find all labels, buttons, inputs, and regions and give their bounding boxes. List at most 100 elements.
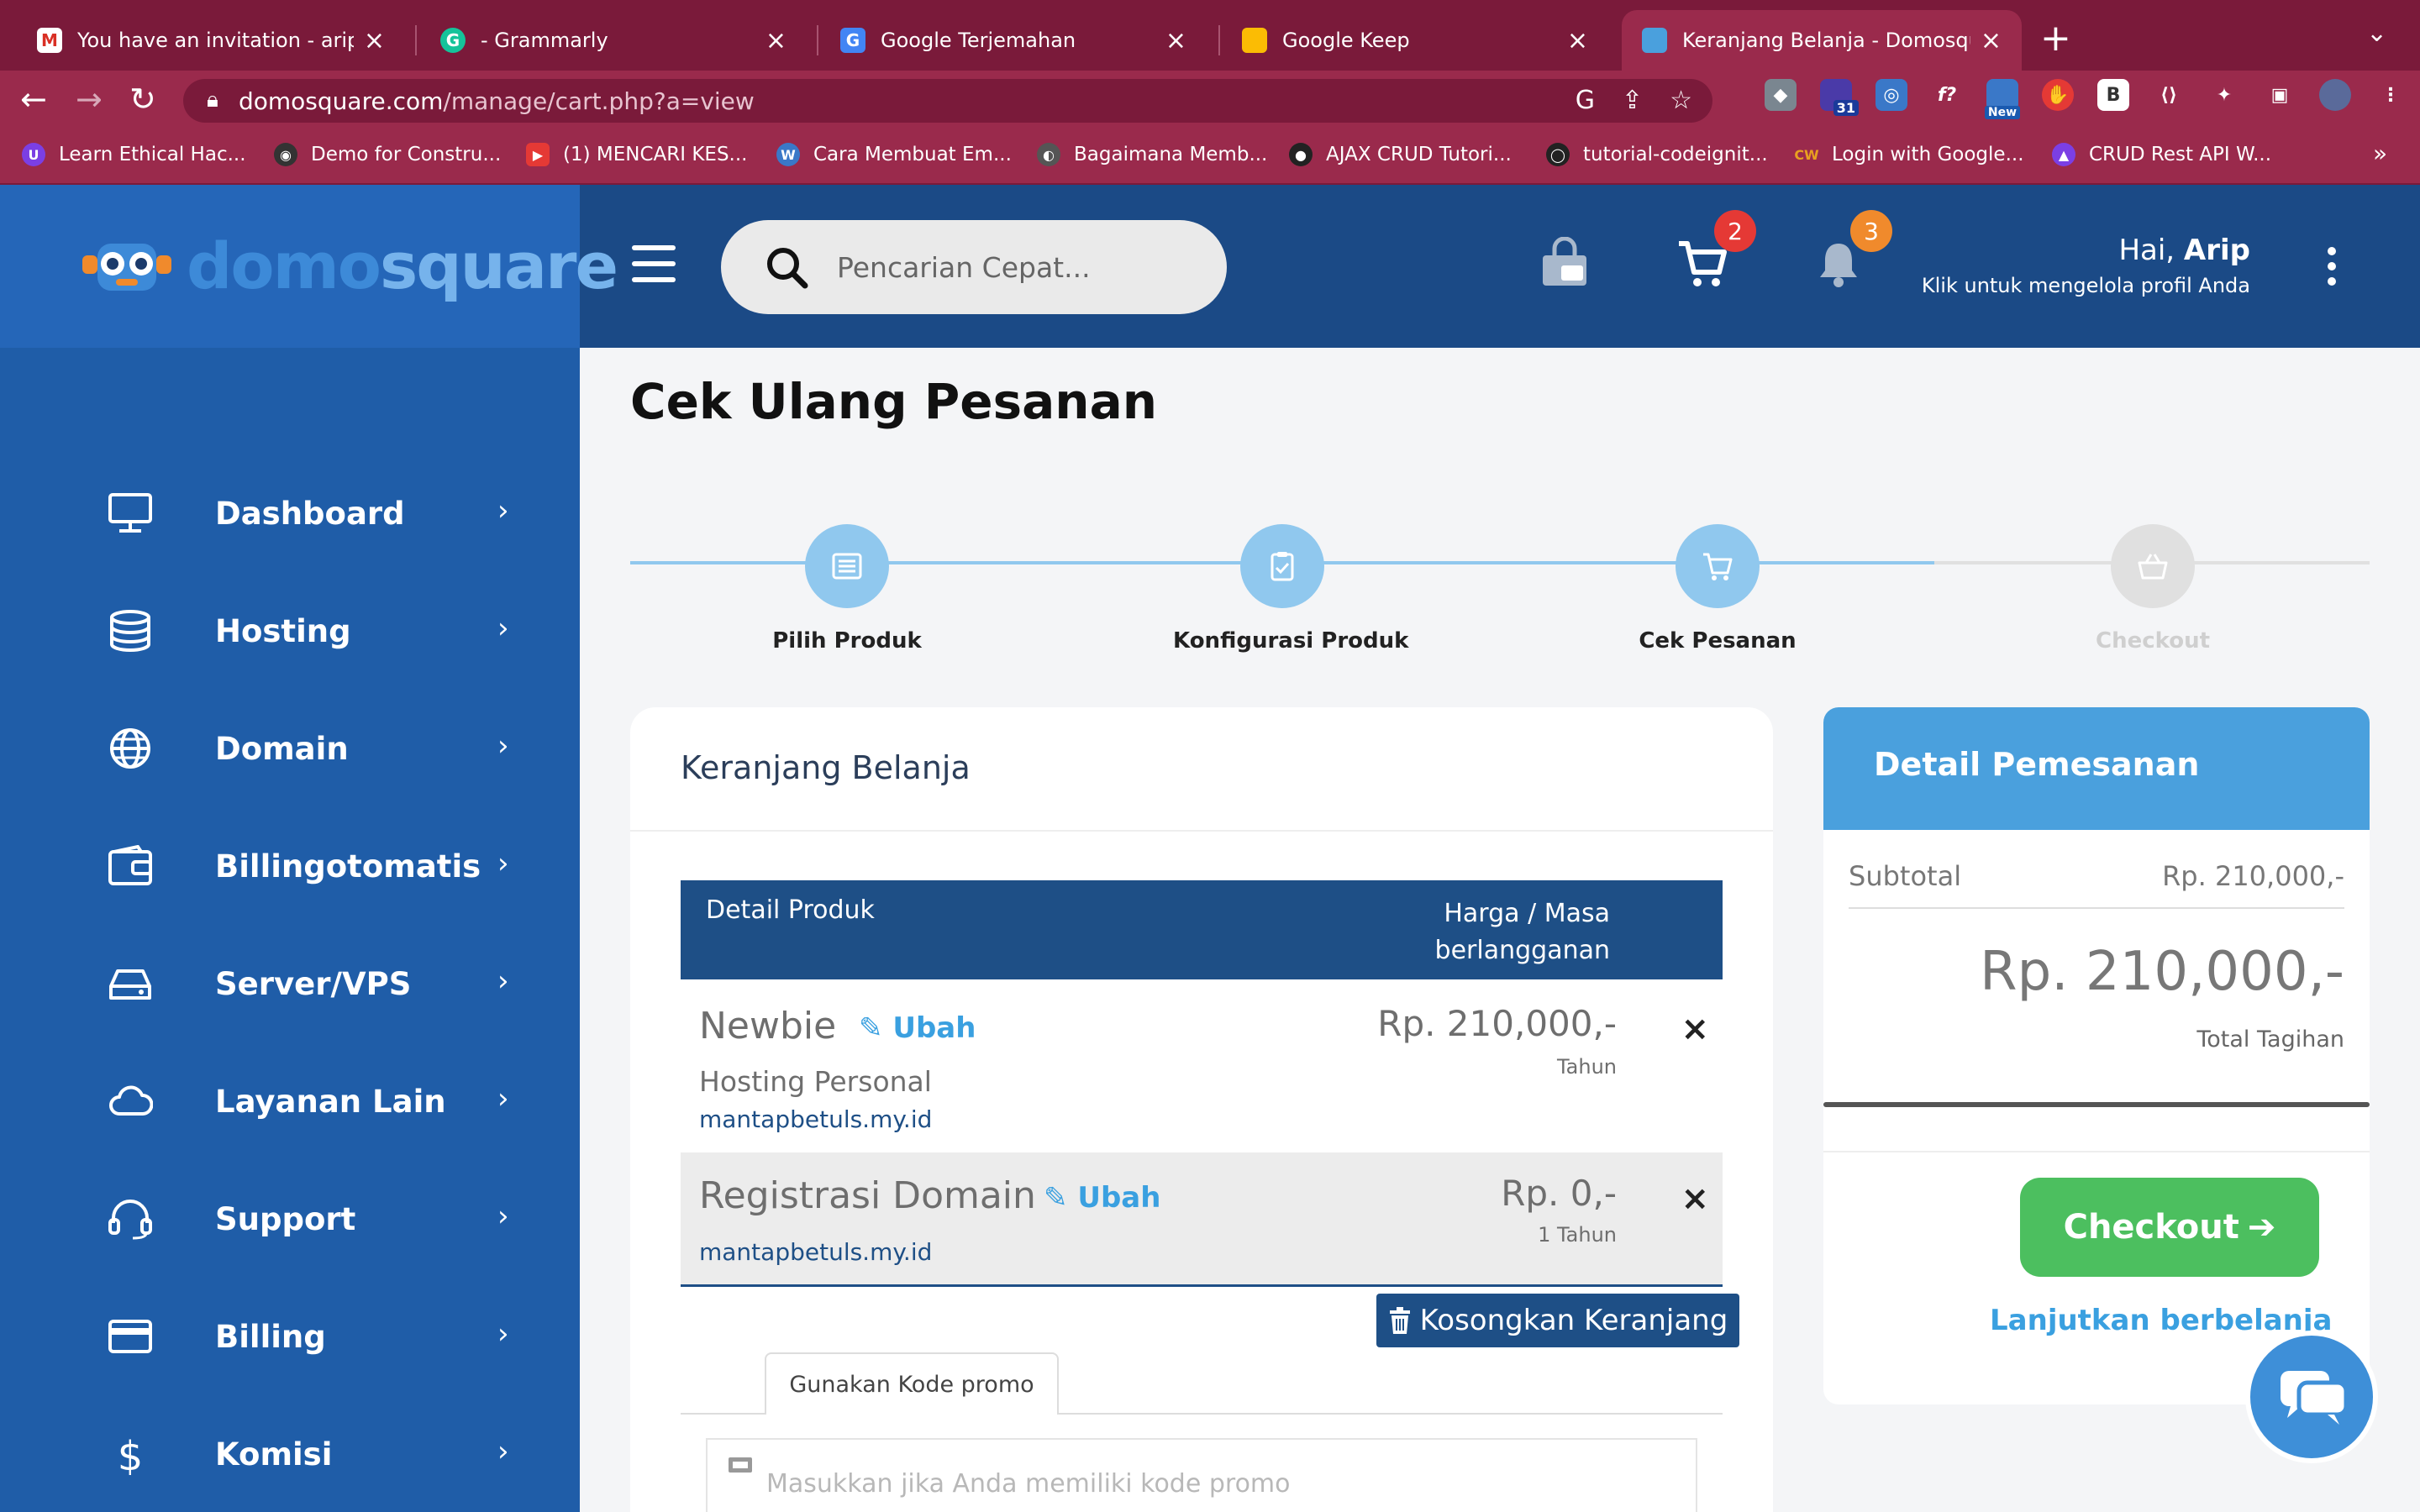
keep-icon [1242, 28, 1267, 53]
continue-shopping-link[interactable]: Lanjutkan berbelanja [1990, 1304, 2333, 1337]
close-icon[interactable]: × [1165, 26, 1186, 55]
shield-icon[interactable]: ◆ [1765, 79, 1797, 111]
menu-toggle-icon[interactable] [632, 245, 676, 282]
browser-tab-strip: M You have an invitation - arip × G - Gr… [0, 0, 2420, 71]
search-input[interactable] [837, 245, 1190, 289]
total-label: Total Tagihan [2196, 1026, 2344, 1053]
forward-icon[interactable]: → [76, 81, 103, 118]
user-profile[interactable]: Hai, Arip Klik untuk mengelola profil An… [1922, 234, 2250, 297]
list-icon [805, 524, 889, 608]
sidebar-item-layanan-lain[interactable]: Layanan Lain › [0, 1058, 580, 1142]
new-extension-icon[interactable]: New [1984, 79, 2021, 119]
sidebar-item-dashboard[interactable]: Dashboard › [0, 470, 580, 554]
sidebar-item-billingotomatis[interactable]: Billingotomatis › [0, 823, 580, 907]
product-domain: mantapbetuls.my.id [699, 1238, 933, 1266]
tab-title: Keranjang Belanja - Domosquare [1682, 29, 1970, 52]
star-icon[interactable]: ☆ [1670, 86, 1692, 115]
product-group: Hosting Personal [699, 1065, 932, 1098]
b-extension-icon[interactable]: B [2097, 79, 2129, 111]
cart-item-row: Newbie ✎ Ubah Hosting Personal mantapbet… [681, 979, 1723, 1152]
close-icon[interactable]: × [765, 26, 786, 55]
sidebar-item-hosting[interactable]: Hosting › [0, 588, 580, 672]
remove-item-icon[interactable]: × [1681, 1179, 1709, 1218]
bookmark-item[interactable]: ▲ CRUD Rest API W... [2052, 143, 2271, 166]
site-header: domosquare 2 3 Hai, Arip Klik untuk meng… [0, 185, 2420, 348]
logo-text: domosquare [187, 228, 618, 303]
sidebar-item-server-vps[interactable]: Server/VPS › [0, 941, 580, 1025]
chevron-right-icon: › [497, 612, 509, 645]
sidebar-item-billing[interactable]: Billing › [0, 1294, 580, 1378]
checkout-button[interactable]: Checkout ➔ [2020, 1178, 2319, 1277]
tab-promo-code[interactable]: Gunakan Kode promo [765, 1352, 1059, 1415]
sidebar-item-label: Billing [215, 1319, 326, 1355]
close-icon[interactable]: × [364, 26, 385, 55]
edit-product-link[interactable]: ✎ Ubah [859, 1011, 976, 1045]
tab-domosquare[interactable]: Keranjang Belanja - Domosquare × [1622, 10, 2022, 71]
bookmark-item[interactable]: ▶ (1) MENCARI KES... [526, 143, 748, 166]
edit-product-link[interactable]: ✎ Ubah [1044, 1181, 1160, 1215]
ticket-icon [729, 1457, 752, 1473]
sidebar-item-domain[interactable]: Domain › [0, 706, 580, 790]
more-vertical-icon[interactable] [2328, 247, 2339, 292]
bookmark-item[interactable]: ◯ tutorial-codeignit... [1546, 143, 1768, 166]
more-bookmarks-icon[interactable]: » [2373, 139, 2387, 167]
live-chat-button[interactable] [2245, 1331, 2378, 1463]
shopping-bag-icon[interactable] [1538, 237, 1591, 291]
menu-dots-icon[interactable]: ⋮ [2375, 79, 2407, 111]
url-text: domosquare.com/manage/cart.php?a=view [239, 87, 755, 115]
tab-grammarly[interactable]: G - Grammarly × [420, 10, 807, 71]
order-summary-card: Detail Pemesanan Subtotal Rp. 210,000,- … [1823, 707, 2370, 1404]
bookmarks-bar: U Learn Ethical Hac... ◉ Demo for Constru.… [0, 131, 2420, 185]
close-icon[interactable]: × [1981, 26, 2002, 55]
clipboard-check-icon [1240, 524, 1324, 608]
tab-keep[interactable]: Google Keep × [1222, 10, 1608, 71]
logo[interactable]: domosquare [0, 185, 618, 348]
notification-count-badge: 3 [1850, 210, 1892, 252]
empty-cart-button[interactable]: Kosongkan Keranjang [1376, 1294, 1739, 1347]
google-icon[interactable]: G [1576, 86, 1595, 115]
step-checkout: Checkout [2044, 524, 2262, 654]
subtotal-value: Rp. 210,000,- [2162, 860, 2344, 892]
screen-icon[interactable]: ◎ [1876, 79, 1907, 111]
bookmark-item[interactable]: W Cara Membuat Em... [776, 143, 1012, 166]
reload-icon[interactable]: ↻ [129, 81, 156, 118]
cart-item-row: Registrasi Domain ✎ Ubah mantapbetuls.my… [681, 1152, 1723, 1287]
bookmark-item[interactable]: ● AJAX CRUD Tutori... [1289, 143, 1512, 166]
chevron-right-icon: › [497, 1435, 509, 1468]
main-content: Cek Ulang Pesanan Pilih Produk Konfigura… [580, 348, 2420, 1512]
chevron-down-icon[interactable]: ⌄ [2366, 18, 2387, 48]
step-pilih-produk: Pilih Produk [738, 524, 956, 654]
remove-item-icon[interactable]: × [1681, 1010, 1709, 1048]
chevron-right-icon: › [497, 1200, 509, 1233]
back-icon[interactable]: ← [20, 81, 47, 118]
close-icon[interactable]: × [1567, 26, 1588, 55]
address-bar[interactable]: 🔒︎ domosquare.com/manage/cart.php?a=view… [183, 79, 1712, 123]
bookmark-item[interactable]: ◐ Bagaimana Memb... [1037, 143, 1267, 166]
bookmark-item[interactable]: CW Login with Google... [1794, 143, 2023, 166]
formula-icon[interactable]: f? [1931, 79, 1963, 111]
lock-icon: 🔒︎ [207, 87, 218, 113]
puzzle-icon[interactable]: ✦ [2208, 79, 2240, 111]
new-tab-icon[interactable]: + [2040, 17, 2071, 60]
product-name: Registrasi Domain [699, 1174, 1036, 1217]
tab-translate[interactable]: G Google Terjemahan × [820, 10, 1207, 71]
extension-icon[interactable]: 31 [1820, 79, 1859, 116]
code-icon[interactable]: ⟨⟩ [2153, 79, 2185, 111]
share-icon[interactable]: ⇪ [1622, 86, 1643, 115]
avatar[interactable] [2319, 79, 2351, 111]
promo-code-input[interactable] [766, 1465, 1607, 1502]
sidebar-item-support[interactable]: Support › [0, 1176, 580, 1260]
sidebar-item-komisi[interactable]: $ Komisi › [0, 1411, 580, 1495]
stop-icon[interactable]: ✋ [2042, 79, 2074, 111]
order-stepper: Pilih Produk Konfigurasi Produk Cek Pesa… [630, 524, 2370, 667]
order-summary-header: Detail Pemesanan [1823, 707, 2370, 830]
tab-separator [415, 25, 417, 55]
bookmark-icon: ▲ [2052, 143, 2075, 166]
bookmark-icon: ● [1289, 143, 1313, 166]
bookmark-item[interactable]: ◉ Demo for Constru... [274, 143, 501, 166]
extensions-bar: ◆ 31 ◎ f? New ✋ B ⟨⟩ ✦ ▣ ⋮ [1765, 79, 2407, 119]
sidepanel-icon[interactable]: ▣ [2264, 79, 2296, 111]
bookmark-item[interactable]: U Learn Ethical Hac... [22, 143, 246, 166]
basket-icon [2111, 524, 2195, 608]
tab-gmail[interactable]: M You have an invitation - arip × [17, 10, 405, 71]
